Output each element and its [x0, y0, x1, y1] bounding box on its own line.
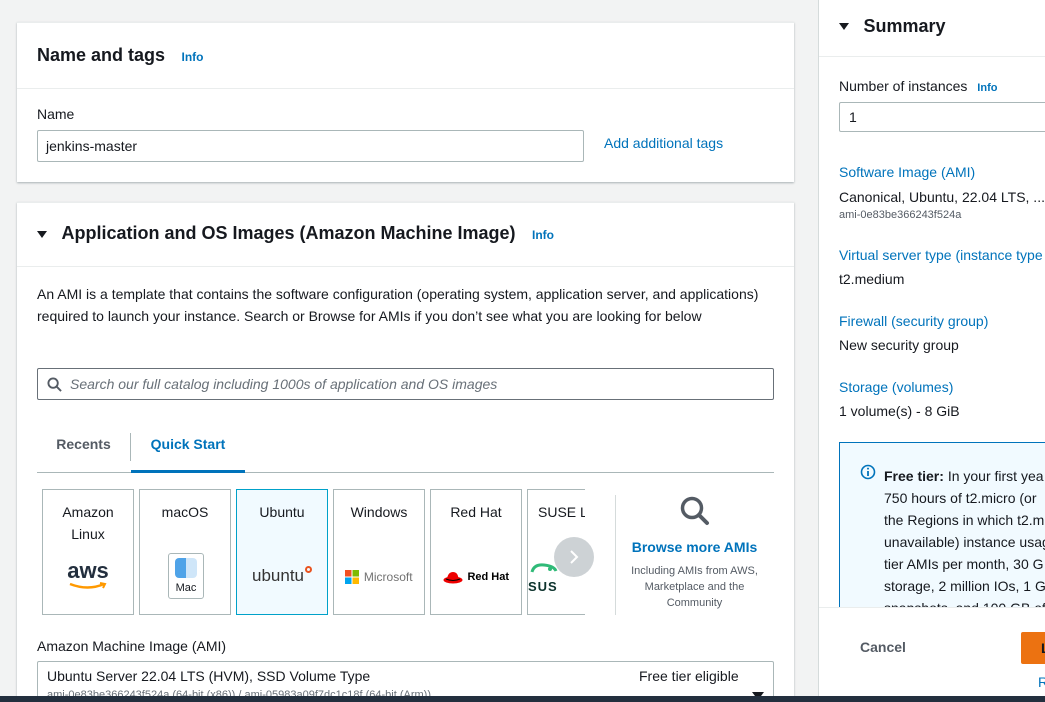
instances-label: Number of instances	[839, 78, 968, 94]
card-title: macOS	[161, 504, 209, 520]
search-placeholder: Search our full catalog including 1000s …	[70, 376, 498, 392]
main-column: Name and tags Info Name jenkins-master A…	[0, 0, 818, 702]
name-and-tags-header: Name and tags Info	[17, 23, 794, 89]
ami-select-label: Amazon Machine Image (AMI)	[37, 638, 227, 654]
summary-panel: Summary Number of instances Info 1 Softw…	[818, 0, 1045, 702]
finder-face-icon	[175, 558, 197, 578]
ami-card-macos[interactable]: macOS Mac	[139, 489, 231, 615]
storage-link[interactable]: Storage (volumes)	[839, 379, 953, 395]
ami-search-input[interactable]: Search our full catalog including 1000s …	[37, 368, 774, 400]
firewall-value: New security group	[839, 337, 959, 353]
free-tier-bold: Free tier:	[884, 468, 944, 484]
browse-more-description: Including AMIs from AWS, Marketplace and…	[631, 565, 758, 609]
free-tier-badge: Free tier eligible	[639, 668, 739, 684]
ubuntu-logo-text: ubuntu	[252, 566, 304, 585]
card-title: SUSE Li	[538, 504, 585, 520]
cancel-button[interactable]: Cancel	[860, 639, 906, 655]
ubuntu-circle-icon	[305, 566, 312, 573]
ubuntu-logo-icon: ubuntu	[237, 566, 327, 586]
free-tier-text: Free tier: In your first yea 750 hours o…	[884, 465, 1045, 611]
info-circle-icon	[860, 464, 876, 485]
microsoft-logo-text: Microsoft	[363, 569, 413, 584]
software-image-value: Canonical, Ubuntu, 22.04 LTS, ...	[839, 189, 1045, 205]
server-type-link[interactable]: Virtual server type (instance type	[839, 247, 1043, 263]
mac-logo-icon: Mac	[168, 553, 204, 599]
ami-info-link[interactable]: Info	[532, 228, 554, 242]
free-tier-line: 750 hours of t2.micro (or	[884, 490, 1037, 506]
search-icon	[47, 377, 62, 395]
aws-logo-icon: aws	[43, 558, 133, 590]
browse-divider	[615, 495, 616, 615]
browse-more-amis[interactable]: Browse more AMIs Including AMIs from AWS…	[627, 495, 762, 611]
instances-label-row: Number of instances Info	[839, 78, 997, 94]
review-commands-link[interactable]: R	[1038, 674, 1045, 690]
ami-panel: Application and OS Images (Amazon Machin…	[17, 202, 794, 702]
mac-logo-text: Mac	[175, 582, 197, 594]
summary-footer: Cancel L R	[819, 607, 1045, 702]
software-image-value-row: Canonical, Ubuntu, 22.04 LTS, ...r	[839, 189, 1045, 205]
ami-description: An AMI is a template that contains the s…	[37, 286, 759, 324]
ami-section-title: Application and OS Images (Amazon Machin…	[61, 223, 516, 243]
launch-button-label: L	[1041, 640, 1045, 656]
free-tier-line: tier AMIs per month, 30 G	[884, 556, 1044, 572]
launch-instance-button[interactable]: L	[1021, 632, 1045, 664]
collapse-triangle-icon[interactable]	[37, 231, 47, 239]
name-label: Name	[37, 106, 75, 122]
server-type-value: t2.medium	[839, 271, 905, 287]
add-additional-tags-link[interactable]: Add additional tags	[604, 135, 723, 151]
card-title-line2: Linux	[71, 526, 105, 542]
browse-more-amis-link[interactable]: Browse more AMIs	[627, 539, 762, 555]
tab-recents[interactable]: Recents	[37, 421, 130, 472]
red-hat-logo-icon: Red Hat	[431, 568, 521, 586]
free-tier-alert: Free tier: In your first yea 750 hours o…	[839, 442, 1045, 612]
carousel-next-button[interactable]	[554, 537, 594, 577]
ami-card-windows[interactable]: Windows Microsoft	[333, 489, 425, 615]
ami-card-ubuntu[interactable]: Ubuntu ubuntu	[236, 489, 328, 615]
free-tier-line: In your first yea	[947, 468, 1044, 484]
card-title: Ubuntu	[259, 504, 305, 520]
firewall-link[interactable]: Firewall (security group)	[839, 313, 988, 329]
name-and-tags-info-link[interactable]: Info	[182, 50, 204, 64]
bottom-bar	[0, 696, 1045, 702]
name-and-tags-panel: Name and tags Info Name jenkins-master A…	[17, 22, 794, 182]
collapse-triangle-icon	[839, 23, 849, 30]
storage-value: 1 volume(s) - 8 GiB	[839, 403, 960, 419]
free-tier-line: the Regions in which t2.m	[884, 512, 1045, 528]
summary-header[interactable]: Summary	[819, 0, 1045, 57]
suse-logo-text: SUS	[528, 579, 558, 594]
ami-header: Application and OS Images (Amazon Machin…	[17, 203, 794, 267]
suse-logo-icon: SUS	[528, 562, 560, 594]
name-and-tags-title: Name and tags	[37, 45, 166, 65]
red-hat-logo-text: Red Hat	[467, 570, 509, 583]
software-image-link[interactable]: Software Image (AMI)	[839, 164, 975, 180]
free-tier-line: unavailable) instance usag	[884, 534, 1045, 550]
aws-logo-text: aws	[67, 558, 109, 583]
instances-info-link[interactable]: Info	[977, 82, 997, 94]
free-tier-line: storage, 2 million IOs, 1 G	[884, 578, 1045, 594]
card-title-line1: Amazon	[62, 504, 114, 520]
card-title: Red Hat	[450, 504, 502, 520]
ami-card-red-hat[interactable]: Red Hat Red Hat	[430, 489, 522, 615]
ami-tabs: Recents Quick Start	[37, 421, 774, 473]
name-input[interactable]: jenkins-master	[37, 130, 584, 162]
card-title: Windows	[350, 504, 408, 520]
magnifier-icon	[627, 495, 762, 531]
chevron-right-icon	[568, 545, 580, 567]
software-image-id: ami-0e83be366243f524a	[839, 209, 962, 221]
summary-title: Summary	[863, 16, 946, 36]
ami-cards-carousel: Amazon Linux aws macOS Mac Ubuntu ubuntu…	[37, 489, 585, 616]
card-title: Amazon Linux	[43, 501, 133, 545]
instances-input[interactable]: 1	[839, 102, 1045, 132]
ami-selected-name: Ubuntu Server 22.04 LTS (HVM), SSD Volum…	[47, 668, 371, 684]
tab-quick-start[interactable]: Quick Start	[131, 421, 245, 473]
ami-card-amazon-linux[interactable]: Amazon Linux aws	[42, 489, 134, 615]
microsoft-logo-icon: Microsoft	[334, 568, 424, 586]
